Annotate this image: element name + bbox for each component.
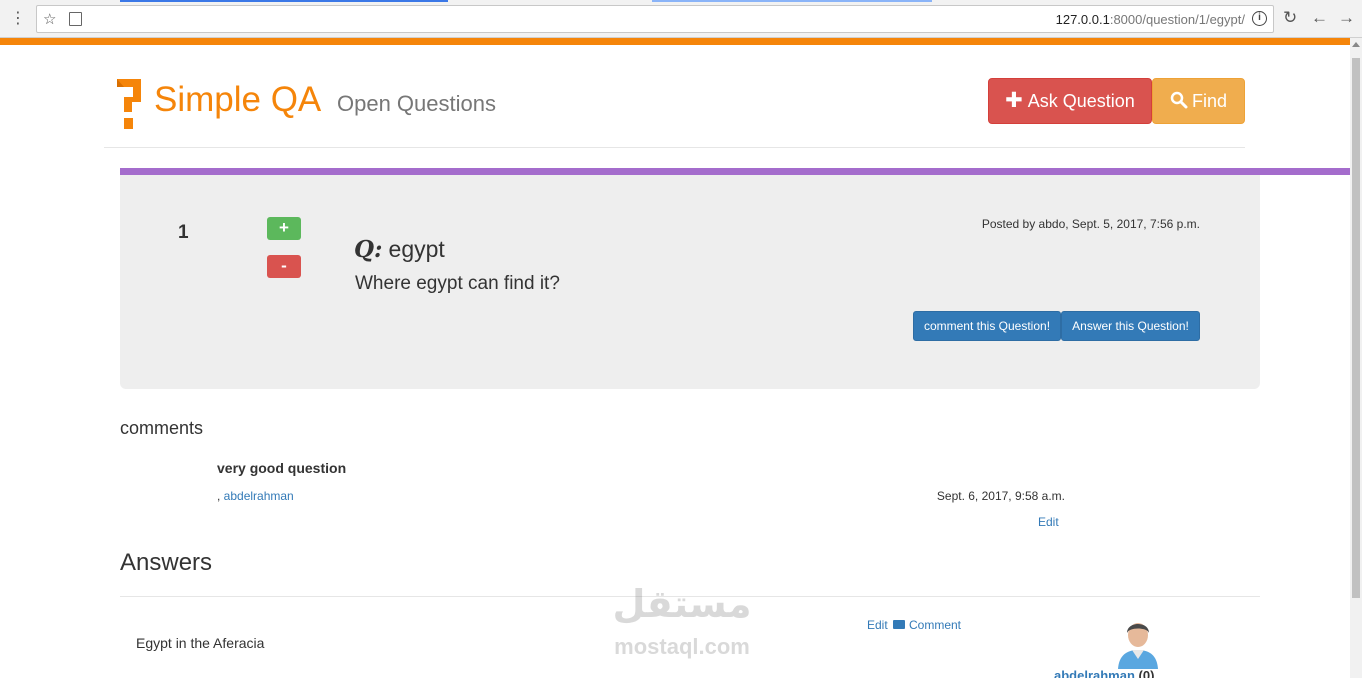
watermark-arabic: مستقل xyxy=(612,582,752,626)
search-icon xyxy=(1170,91,1188,109)
answer-edit-link[interactable]: Edit xyxy=(867,618,888,632)
answer-author-name[interactable]: abdelrahman xyxy=(1054,668,1135,678)
comment-icon xyxy=(893,620,905,629)
question-title-text: egypt xyxy=(388,236,445,262)
comment-author-prefix: , xyxy=(217,489,224,503)
url-path: :8000/question/1/egypt/ xyxy=(1109,12,1245,27)
url-host: 127.0.0.1 xyxy=(1055,12,1110,27)
info-icon[interactable]: i xyxy=(1252,11,1267,26)
brand-title[interactable]: Simple QA xyxy=(154,80,321,120)
question-accent-bar xyxy=(120,168,1350,175)
top-accent-strip xyxy=(0,38,1350,45)
tab-indicator xyxy=(120,0,448,2)
back-icon[interactable]: ← xyxy=(1311,8,1328,28)
answer-question-button[interactable]: Answer this Question! xyxy=(1061,311,1200,341)
answer-comment-label: Comment xyxy=(909,618,962,632)
watermark-latin: mostaql.com xyxy=(614,634,750,659)
page-subtitle: Open Questions xyxy=(337,91,496,116)
comment-text: very good question xyxy=(217,460,347,476)
tab-indicator-secondary xyxy=(652,0,932,2)
downvote-button[interactable]: - xyxy=(267,255,301,278)
answer-comment-link[interactable]: Comment xyxy=(893,618,961,632)
page-scrollbar[interactable] xyxy=(1350,38,1362,678)
address-bar[interactable]: ☆ 127.0.0.1:8000/question/1/egypt/ i xyxy=(36,5,1274,33)
reload-icon[interactable]: ↻ xyxy=(1283,8,1297,28)
ask-question-button[interactable]: ✚ Ask Question xyxy=(988,78,1152,124)
comment-date: Sept. 6, 2017, 9:58 a.m. xyxy=(936,489,1065,503)
answers-heading: Answers xyxy=(120,549,213,576)
page-icon xyxy=(69,12,82,26)
star-icon[interactable]: ☆ xyxy=(43,10,56,28)
scrollbar-thumb[interactable] xyxy=(1352,58,1360,598)
header-divider xyxy=(104,147,1245,148)
comment-author-line: , abdelrahman xyxy=(217,489,294,503)
plus-icon: ✚ xyxy=(1005,89,1023,112)
answer-text: Egypt in the Aferacia xyxy=(136,635,265,651)
scroll-up-icon[interactable] xyxy=(1352,42,1360,47)
find-button[interactable]: Find xyxy=(1152,78,1245,124)
watermark-logo: مستقل mostaql.com xyxy=(598,582,766,662)
comment-question-button[interactable]: comment this Question! xyxy=(913,311,1061,341)
question-body: Where egypt can find it? xyxy=(355,273,560,294)
avatar[interactable] xyxy=(1115,613,1161,669)
comments-heading: comments xyxy=(120,418,204,438)
question-panel xyxy=(120,175,1260,389)
question-title: Q: egypt xyxy=(354,236,445,263)
menu-icon[interactable]: ⋮ xyxy=(10,9,26,29)
question-meta: Posted by abdo, Sept. 5, 2017, 7:56 p.m. xyxy=(981,217,1200,231)
vote-count: 1 xyxy=(178,222,189,243)
browser-toolbar: ⋮ ☆ 127.0.0.1:8000/question/1/egypt/ i ↻… xyxy=(0,0,1362,38)
forward-icon[interactable]: → xyxy=(1338,8,1355,28)
upvote-button[interactable]: + xyxy=(267,217,301,240)
question-prefix: Q: xyxy=(354,236,383,263)
comment-edit-link[interactable]: Edit xyxy=(1038,515,1059,529)
question-logo-icon[interactable] xyxy=(112,76,146,132)
find-label: Find xyxy=(1191,91,1227,111)
answer-author[interactable]: abdelrahman (0) xyxy=(1054,668,1154,678)
ask-question-label: Ask Question xyxy=(1027,91,1135,111)
comment-author-link[interactable]: abdelrahman xyxy=(224,489,294,503)
answer-author-reputation: (0) xyxy=(1138,668,1155,678)
url-text[interactable]: 127.0.0.1:8000/question/1/egypt/ xyxy=(1056,12,1245,27)
